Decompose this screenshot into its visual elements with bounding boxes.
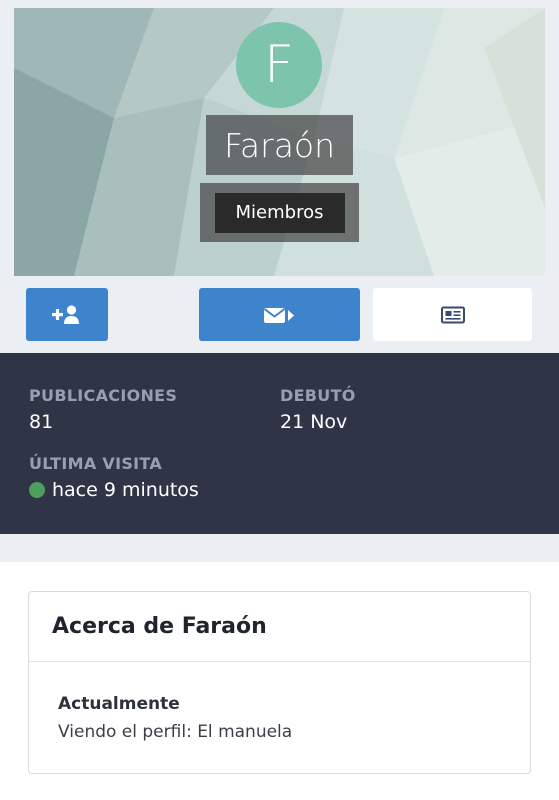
online-status-icon (29, 482, 45, 498)
profile-name: Faraón (206, 115, 353, 175)
add-user-icon (52, 304, 79, 324)
about-card: Acerca de Faraón Actualmente Viendo el p… (28, 591, 531, 774)
profile-name-text: Faraón (223, 125, 336, 165)
about-title: Acerca de Faraón (52, 614, 267, 639)
role-badge-text: Miembros (235, 202, 324, 223)
role-badge-frame: Miembros (200, 183, 359, 242)
debut-date: 21 Nov (280, 411, 348, 433)
message-button[interactable] (199, 288, 360, 341)
role-badge: Miembros (214, 192, 345, 233)
currently-label: Actualmente (58, 694, 180, 714)
about-divider (29, 661, 530, 662)
profile-stats (0, 353, 559, 534)
follow-button[interactable] (26, 288, 108, 341)
profile-cover: F Faraón Miembros (14, 8, 545, 276)
currently-value: Viendo el perfil: El manuela (58, 722, 293, 742)
envelope-icon (263, 307, 294, 323)
posts-label: PUBLICACIONES (29, 386, 178, 405)
avatar[interactable]: F (236, 22, 322, 108)
debut-label: DEBUTÓ (280, 386, 356, 405)
posts-count: 81 (29, 411, 54, 433)
avatar-letter: F (264, 35, 294, 95)
last-visit-value: hace 9 minutos (52, 479, 199, 501)
last-visit-label: ÚLTIMA VISITA (29, 454, 163, 473)
newspaper-icon (440, 306, 465, 323)
posts-button[interactable] (373, 288, 532, 341)
